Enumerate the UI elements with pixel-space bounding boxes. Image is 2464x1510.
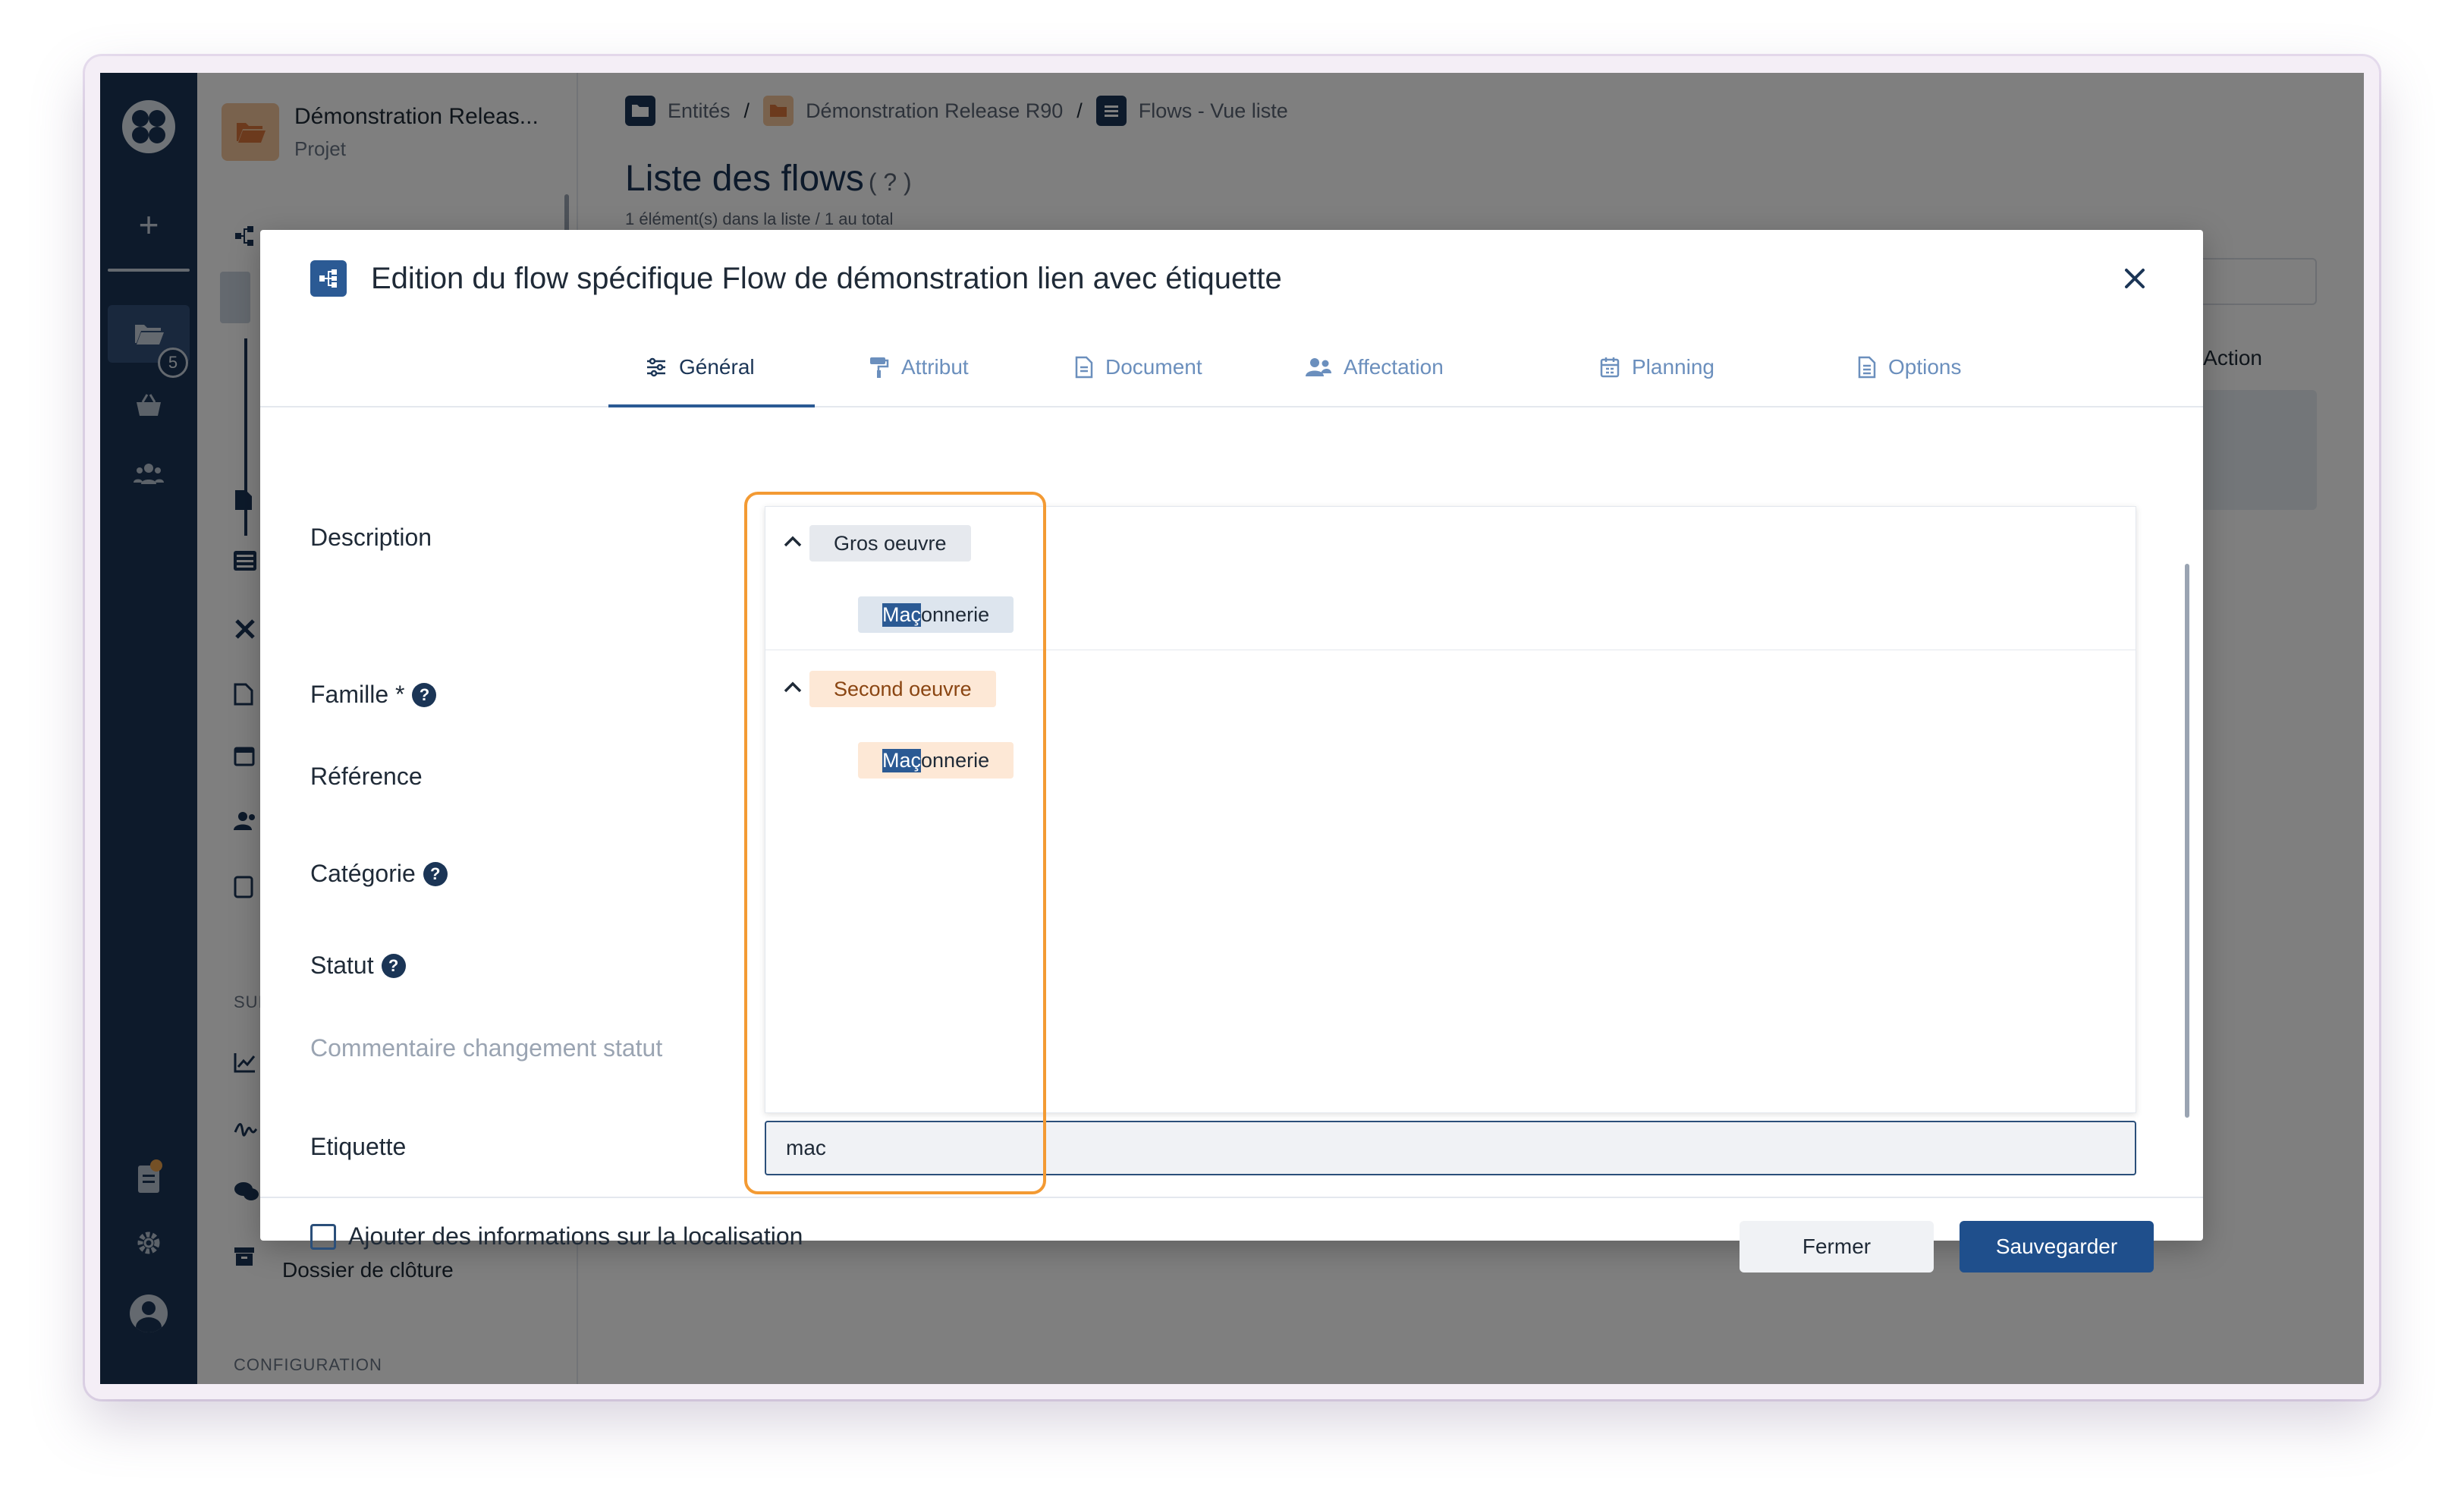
location-checkbox-label[interactable]: Ajouter des informations sur la localisa… xyxy=(348,1222,803,1250)
tab-affectation[interactable]: Affectation xyxy=(1306,327,1444,407)
help-icon[interactable]: ? xyxy=(381,953,406,978)
location-checkbox[interactable] xyxy=(310,1223,336,1250)
group-tag: Gros oeuvre xyxy=(809,525,971,562)
users-icon xyxy=(1306,358,1331,376)
comment-status-label: Commentaire changement statut xyxy=(310,1034,663,1062)
categorie-label: Catégorie? xyxy=(310,860,448,888)
help-icon[interactable]: ? xyxy=(423,861,448,886)
modal-tabs: Général Attribut Document Affectation Pl… xyxy=(260,327,2203,407)
suggestion-maconnerie-gros-oeuvre[interactable]: Maç onnerie xyxy=(858,596,1014,633)
document-icon xyxy=(1075,356,1093,379)
statut-label: Statut? xyxy=(310,952,406,980)
options-document-icon xyxy=(1858,356,1876,379)
paint-roller-icon xyxy=(870,357,889,378)
reference-label: Référence xyxy=(310,763,423,790)
tab-planning[interactable]: Planning xyxy=(1600,327,1714,407)
active-tab-indicator xyxy=(608,404,815,407)
help-icon[interactable]: ? xyxy=(412,682,437,707)
location-checkbox-row: Ajouter des informations sur la localisa… xyxy=(310,1222,803,1250)
tab-options[interactable]: Options xyxy=(1858,327,1962,407)
close-modal-button[interactable]: Fermer xyxy=(1740,1221,1934,1272)
calendar-icon xyxy=(1600,357,1620,378)
tab-general[interactable]: Général xyxy=(646,327,755,407)
app-window: + 5 Démonstratio xyxy=(100,73,2364,1384)
modal-scrollbar[interactable] xyxy=(2185,564,2189,1118)
group-second-oeuvre: Second oeuvre xyxy=(765,653,2136,725)
footer-divider xyxy=(260,1197,2203,1198)
chevron-up-icon[interactable] xyxy=(779,674,806,701)
close-button[interactable] xyxy=(2114,257,2156,300)
group-tag: Second oeuvre xyxy=(809,671,996,707)
close-icon xyxy=(2125,269,2145,288)
description-label: Description xyxy=(310,524,432,551)
famille-label: Famille *? xyxy=(310,681,437,709)
flow-icon xyxy=(310,260,347,297)
chevron-up-icon[interactable] xyxy=(779,528,806,555)
tab-document[interactable]: Document xyxy=(1075,327,1202,407)
edit-flow-modal: Edition du flow spécifique Flow de démon… xyxy=(260,230,2203,1272)
modal-title: Edition du flow spécifique Flow de démon… xyxy=(371,262,1282,295)
group-gros-oeuvre: Gros oeuvre xyxy=(765,507,2136,580)
tab-attribut[interactable]: Attribut xyxy=(869,327,969,407)
suggestion-maconnerie-second-oeuvre[interactable]: Maç onnerie xyxy=(858,742,1014,779)
etiquette-input[interactable] xyxy=(765,1121,2136,1175)
etiquette-label: Etiquette xyxy=(310,1133,407,1160)
tag-suggestions-dropdown: Gros oeuvre Maç onnerie Second oeuvre Maç… xyxy=(765,506,2136,1113)
save-button[interactable]: Sauvegarder xyxy=(1960,1221,2154,1272)
sliders-icon xyxy=(647,357,665,377)
